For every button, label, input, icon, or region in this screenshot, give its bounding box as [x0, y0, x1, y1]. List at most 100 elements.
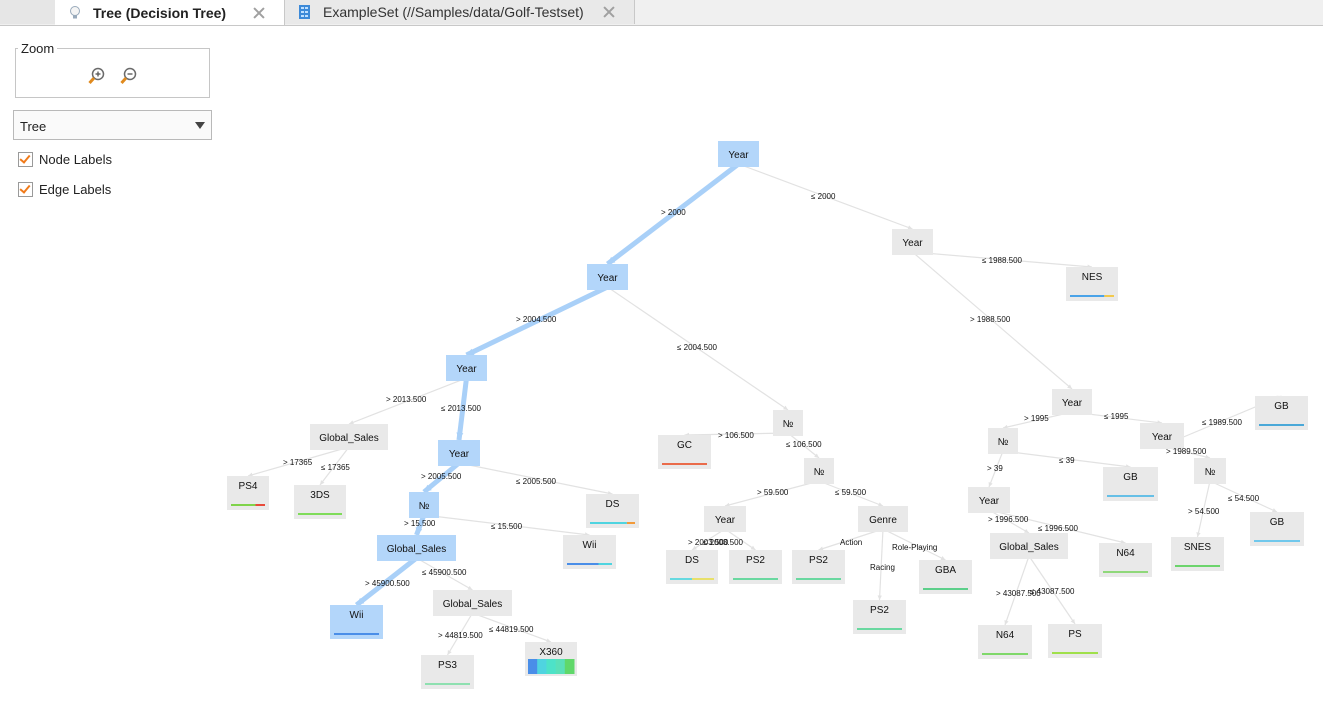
edge-arrow [1196, 532, 1201, 537]
tree-split-node[interactable]: Global_Sales [990, 533, 1068, 559]
tree-leaf-node[interactable]: GC [658, 435, 711, 469]
node-label: X360 [539, 647, 563, 658]
tree-leaf-node[interactable]: 3DS [294, 485, 346, 519]
edge-label: ≤ 54.500 [1228, 494, 1260, 503]
class-distribution-bar [662, 463, 707, 465]
tree-leaf-node[interactable]: GB [1103, 467, 1158, 501]
node-label: Year [728, 150, 749, 161]
tree-leaf-node[interactable]: DS [666, 550, 718, 584]
tree-split-node[interactable]: № [409, 492, 439, 518]
edge-label: Role-Playing [892, 543, 937, 552]
tree-split-node[interactable]: Genre [858, 506, 908, 532]
tree-leaf-node[interactable]: Wii [330, 605, 383, 639]
edge-label: ≤ 2003.500 [703, 538, 744, 547]
tree-split-node[interactable]: Year [587, 264, 628, 290]
tree-split-node[interactable]: Year [704, 506, 746, 532]
tree-split-node[interactable]: Year [968, 487, 1010, 513]
edge-arrow [877, 595, 882, 600]
node-label: PS4 [239, 481, 258, 492]
edge-label: > 1995 [1024, 414, 1049, 423]
edge-label: ≤ 2000 [811, 192, 836, 201]
edge-label: ≤ 15.500 [491, 522, 523, 531]
edge-label: ≤ 17365 [321, 463, 350, 472]
node-label: Year [902, 238, 923, 249]
class-distribution-bar [425, 683, 470, 685]
edge-label: ≤ 1996.500 [1038, 524, 1079, 533]
class-distribution-bar [598, 563, 612, 565]
edge-label: > 106.500 [718, 431, 754, 440]
class-distribution-bar [537, 659, 547, 674]
node-label: Global_Sales [319, 433, 378, 444]
tree-split-node[interactable]: № [804, 458, 834, 484]
edge-label: Action [840, 538, 862, 547]
tree-leaf-node[interactable]: NES [1066, 267, 1118, 301]
node-label: PS3 [438, 660, 457, 671]
tree-leaf-node[interactable]: GB [1250, 512, 1304, 546]
class-distribution-bar [528, 659, 538, 674]
tree-split-node[interactable]: № [773, 410, 803, 436]
edge-label: ≤ 106.500 [786, 440, 822, 449]
edge-label: ≤ 39 [1059, 456, 1075, 465]
node-label: № [419, 501, 430, 512]
edge-label: ≤ 43087.500 [1030, 587, 1075, 596]
tree-leaf-node[interactable]: PS [1048, 624, 1102, 658]
class-distribution-bar [546, 659, 557, 674]
tree-split-node[interactable]: № [988, 428, 1018, 454]
node-label: DS [685, 555, 699, 566]
edge-label: ≤ 1989.500 [1202, 418, 1243, 427]
tree-leaf-node[interactable]: GBA [919, 560, 972, 594]
tree-split-node[interactable]: Year [438, 440, 480, 466]
edge-label: > 45900.500 [365, 579, 410, 588]
edge-label: ≤ 1988.500 [982, 256, 1023, 265]
node-label: 3DS [310, 490, 330, 501]
edge-label: > 2000 [661, 208, 686, 217]
node-label: Year [979, 496, 1000, 507]
class-distribution-bar [857, 628, 902, 630]
tree-leaf-node[interactable]: GB [1255, 396, 1308, 430]
node-label: Genre [869, 515, 897, 526]
class-distribution-bar [231, 504, 256, 506]
edge-label: ≤ 44819.500 [489, 625, 534, 634]
tree-split-node[interactable]: Global_Sales [433, 590, 512, 616]
edge-label: ≤ 45900.500 [422, 568, 467, 577]
tree-split-node[interactable]: № [1194, 458, 1226, 484]
tree-split-node[interactable]: Year [1140, 423, 1184, 449]
node-label: GB [1123, 472, 1138, 483]
node-label: Global_Sales [387, 544, 446, 555]
tree-leaf-node[interactable]: DS [586, 494, 639, 528]
class-distribution-bar [923, 588, 968, 590]
tree-split-node[interactable]: Year [718, 141, 759, 167]
edge-label: ≤ 59.500 [835, 488, 867, 497]
class-distribution-bar [1103, 571, 1148, 573]
tree-leaf-node[interactable]: X360 [525, 642, 577, 676]
edge-label: ≤ 2004.500 [677, 343, 718, 352]
tree-leaf-node[interactable]: PS2 [853, 600, 906, 634]
tree-leaf-node[interactable]: PS4 [227, 476, 269, 510]
edge-label: > 15.500 [404, 519, 436, 528]
tree-leaf-node[interactable]: SNES [1171, 537, 1224, 571]
tree-leaf-node[interactable]: Wii [563, 535, 616, 569]
tree-leaf-node[interactable]: N64 [1099, 543, 1152, 577]
tree-split-node[interactable]: Year [1052, 389, 1092, 415]
node-label: Year [715, 515, 736, 526]
tree-split-node[interactable]: Year [446, 355, 487, 381]
node-label: PS [1068, 629, 1082, 640]
tree-split-node[interactable]: Global_Sales [377, 535, 456, 561]
tree-leaf-node[interactable]: PS3 [421, 655, 474, 689]
class-distribution-bar [692, 578, 714, 580]
decision-tree-canvas[interactable]: Year Year Year Year № NES Year Global_Sales Year… [0, 0, 1323, 722]
node-label: № [814, 467, 825, 478]
tree-split-node[interactable]: Global_Sales [310, 424, 388, 450]
node-label: Global_Sales [443, 599, 502, 610]
node-label: Year [456, 364, 477, 375]
tree-leaf-node[interactable]: N64 [978, 625, 1032, 659]
tree-leaf-node[interactable]: PS2 [729, 550, 782, 584]
class-distribution-bar [1070, 295, 1105, 297]
tree-split-node[interactable]: Year [892, 229, 933, 255]
tree-leaf-node[interactable]: PS2 [792, 550, 845, 584]
edge-label: ≤ 2005.500 [516, 477, 557, 486]
edge-label: ≤ 2013.500 [441, 404, 482, 413]
edge-label: > 2013.500 [386, 395, 427, 404]
class-distribution-bar [796, 578, 841, 580]
node-label: № [1205, 467, 1216, 478]
